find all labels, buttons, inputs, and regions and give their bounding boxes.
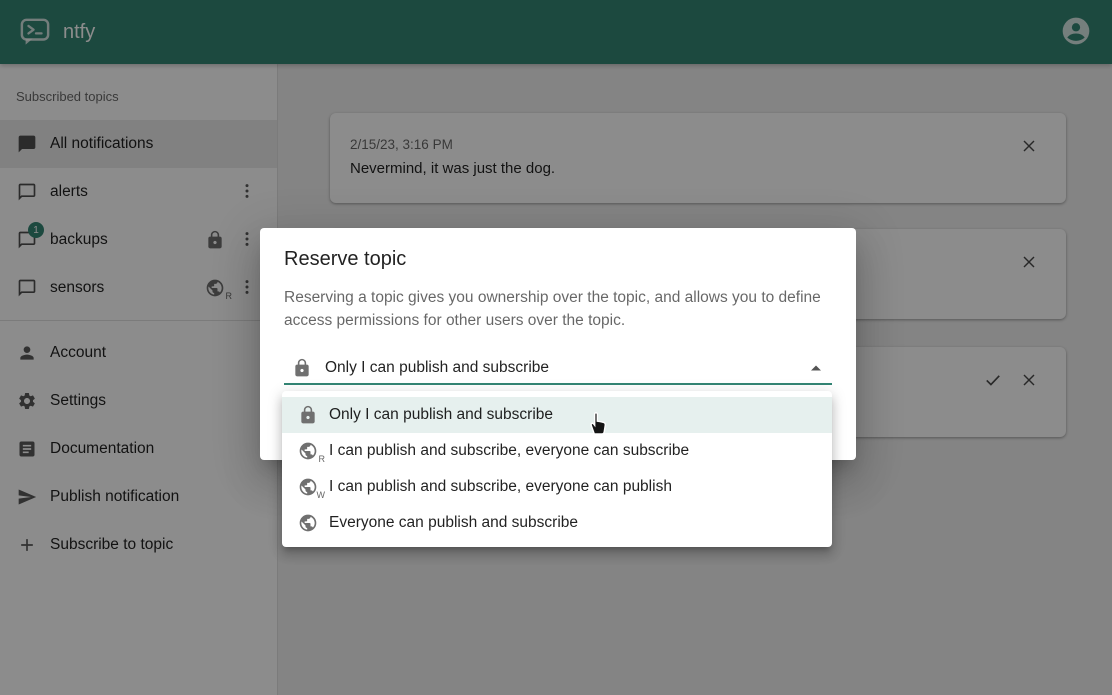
lock-icon [292,358,312,378]
permission-dropdown-menu: Only I can publish and subscribeRI can p… [282,391,832,547]
menu-option-label: I can publish and subscribe, everyone ca… [329,442,689,460]
menu-option-everyone-can-publish-and-subscribe[interactable]: Everyone can publish and subscribe [282,505,832,541]
arrow-drop-up-icon [804,356,828,380]
permission-select-value: Only I can publish and subscribe [325,359,549,377]
menu-option-label: Only I can publish and subscribe [329,406,553,424]
permission-select[interactable]: Only I can publish and subscribe [284,352,832,385]
globe-w-icon: W [298,477,318,497]
permission-letter: R [319,454,326,464]
menu-option-i-can-publish-and-subscribe-everyone-can-subscribe[interactable]: RI can publish and subscribe, everyone c… [282,433,832,469]
dialog-title: Reserve topic [284,248,832,271]
menu-option-label: Everyone can publish and subscribe [329,514,578,532]
globe-r-icon: R [298,441,318,461]
permission-letter: W [317,490,326,500]
dialog-description: Reserving a topic gives you ownership ov… [284,286,832,332]
globe-icon [298,513,318,533]
menu-option-i-can-publish-and-subscribe-everyone-can-publish[interactable]: WI can publish and subscribe, everyone c… [282,469,832,505]
menu-option-label: I can publish and subscribe, everyone ca… [329,478,672,496]
lock-icon [298,405,318,425]
menu-option-only-i-can-publish-and-subscribe[interactable]: Only I can publish and subscribe [282,397,832,433]
